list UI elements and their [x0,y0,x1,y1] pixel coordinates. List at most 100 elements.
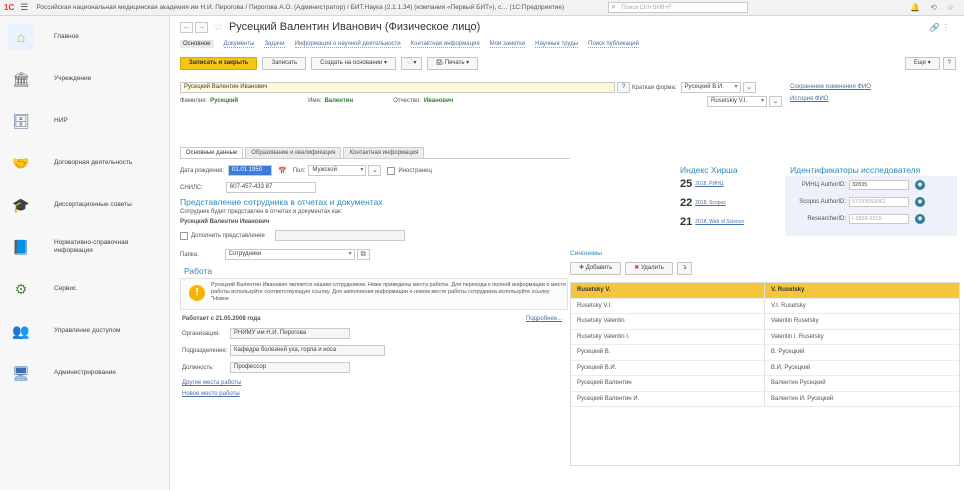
short-form-ru-field[interactable]: Русецкий В.И. [680,82,741,93]
move-synonym-button[interactable]: ↴ [676,262,692,275]
link-science-info[interactable]: Информация о научной деятельности [294,41,401,48]
other-work-link[interactable]: Другие места работы [182,380,241,386]
table-row[interactable]: Русецкий Валентин Валентин Русецкий [571,376,959,392]
table-row[interactable]: Rusetsky V.I. V.I. Rusetsky [571,298,959,314]
table-row[interactable]: Русецкий Валентин И. Валентин И. Русецки… [571,391,959,407]
rinc-authorid-field[interactable]: 32835 [849,180,909,190]
link-documents[interactable]: Документы [223,41,255,48]
fullname-field[interactable]: Русецкий Валентин Иванович [180,82,615,93]
bell-icon[interactable]: 🔔 [910,3,920,12]
table-empty-space [571,407,959,465]
sidebar-item-main[interactable]: ⌂ Главное [0,16,169,58]
hirsch-scopus-source[interactable]: 2018, Scopus [695,200,726,206]
fio-history-link[interactable]: История ФИО [790,96,828,102]
sidebar-item-contracts[interactable]: 🤝 Договорная деятельность [0,142,169,184]
add-synonym-button[interactable]: ✚ Добавить [570,262,622,275]
sidebar-item-service[interactable]: ⚙ Сервис [0,268,169,310]
sex-select[interactable]: Мужской [308,165,367,176]
hirsch-wos-source[interactable]: 2018, Web of Science [695,219,744,225]
back-button[interactable]: ← [180,21,193,33]
building-icon: 🏛 [12,70,30,87]
surname-value: Русецкий [210,98,239,104]
extend-representation-checkbox[interactable] [180,231,188,240]
short-form-en-field[interactable]: Rusetskiy V.I. [707,96,767,107]
global-search-input[interactable]: Поиск Ctrl+Shift+F [608,2,749,13]
hirsch-title: Индекс Хирша [680,165,738,175]
short-form-ru-select[interactable]: ⌄ [742,82,756,93]
representation-desc: Сотрудник будет представлен в отчетах и … [180,209,343,215]
sidebar-item-nir[interactable]: 🗄 НИР [0,100,169,142]
link-contact-info[interactable]: Контактная информация [410,41,480,48]
star-icon[interactable]: ☆ [947,3,954,12]
table-row[interactable]: Rusetsky Valentin I. Valentin I. Rusetsk… [571,329,959,345]
work-details-link[interactable]: Подробнее... [526,316,562,322]
fio-change-link[interactable]: Сохранение изменения ФИО [790,84,871,90]
favorite-star-icon[interactable]: ☆ [214,22,223,33]
graduation-icon: 🎓 [12,196,30,213]
admin-icon: 🖥 [12,364,30,381]
patronymic-value: Иванович [423,98,454,104]
researcherid-globe-icon[interactable]: ◉ [915,214,925,224]
section-links: Основное Документы Задачи Информация о н… [170,38,964,50]
short-form-en-select[interactable]: ⌄ [769,96,782,107]
work-info-box: ! Русецкий Валентин Иванович является на… [180,278,568,310]
link-works[interactable]: Научные труды [535,41,579,48]
organization-field[interactable]: РНИМУ им Н.И. Пирогова [230,328,350,339]
rinc-globe-icon[interactable]: ◉ [915,180,925,190]
more-button[interactable]: Еще ▾ [904,57,940,70]
create-based-button[interactable]: Создать на основании ▾ [311,57,397,70]
work-since: Работает с 21.05.2008 года [182,316,261,322]
tab-education[interactable]: Образование и квалификация [245,147,342,158]
table-row[interactable]: Rusetsky Valentin Valentin Rusetsky [571,314,959,330]
help-button[interactable]: ? [942,57,956,70]
table-row[interactable]: Rusetsky V. V. Rusetsky [571,283,959,299]
new-work-link[interactable]: Новое место работы [182,391,240,397]
snils-field[interactable]: 607-457-433 87 [225,182,316,193]
attach-button[interactable]: 📄▾ [401,57,422,70]
sidebar-item-councils[interactable]: 🎓 Диссертационные советы [0,184,169,226]
sidebar-item-reference[interactable]: 📘 Нормативно-справочная информация [0,226,169,268]
link-main[interactable]: Основное [180,40,214,48]
fullname-edit-button[interactable]: ? [617,82,631,93]
app-logo[interactable]: 1С [4,3,14,12]
calendar-icon[interactable]: 📅 [278,167,287,175]
hirsch-rinc-source[interactable]: 2018, РИНЦ [695,181,723,187]
history-icon[interactable]: ⟲ [930,3,937,12]
researcherid-field[interactable]: I-2893-2015 [849,214,909,224]
folder-field[interactable]: Сотрудники [224,249,355,260]
synonyms-title: Синонимы [570,250,602,257]
scopus-authorid-field[interactable]: 57193053062 [849,197,909,207]
window-actions[interactable]: 🔗 ⋮ [930,23,950,32]
birthdate-field[interactable]: 01.01.1950 [228,165,272,176]
title-bar: 1С ☰ Российская национальная медицинская… [0,0,964,16]
folder-open-button[interactable]: ⧉ [356,249,370,260]
department-field[interactable]: Кафедра болезней уха, горла и носа [230,345,385,356]
print-button[interactable]: 🖨 Печать ▾ [426,57,479,70]
sidebar-item-institution[interactable]: 🏛 Учреждение [0,58,169,100]
foreigner-checkbox[interactable] [387,166,396,175]
delete-synonym-button[interactable]: ✖ Удалить [625,262,673,275]
tab-contacts[interactable]: Контактная информация [343,147,425,158]
link-tasks[interactable]: Задачи [264,41,285,48]
link-notes[interactable]: Мои заметки [489,41,526,48]
menu-icon[interactable]: ☰ [20,2,28,13]
sex-dropdown-button[interactable]: ⌄ [368,165,382,176]
tools-icon: ⚙ [14,280,28,297]
extend-representation-field[interactable] [274,230,405,241]
book-icon: 📘 [12,238,30,255]
table-row[interactable]: Русецкий В.И. В.И. Русецкий [571,360,959,376]
save-button[interactable]: Записать [262,57,307,70]
hirsch-scopus-value: 22 [680,197,693,209]
sidebar-item-admin[interactable]: 🖥 Администрирование [0,352,169,394]
info-icon: ! [189,285,205,301]
hirsch-wos-value: 21 [680,216,693,228]
save-close-button[interactable]: Записать и закрыть [180,57,258,70]
position-field[interactable]: Профессор [230,362,350,373]
table-row[interactable]: Русецкий В. В. Русецкий [571,345,959,361]
sidebar-item-access[interactable]: 👥 Управление доступом [0,310,169,352]
forward-button[interactable]: → [195,21,208,33]
scopus-globe-icon[interactable]: ◉ [915,197,925,207]
tab-basic[interactable]: Основные данные [180,147,244,158]
link-pub-search[interactable]: Поиск публикаций [588,41,639,48]
representation-value: Русецкий Валентин Иванович [180,219,270,225]
